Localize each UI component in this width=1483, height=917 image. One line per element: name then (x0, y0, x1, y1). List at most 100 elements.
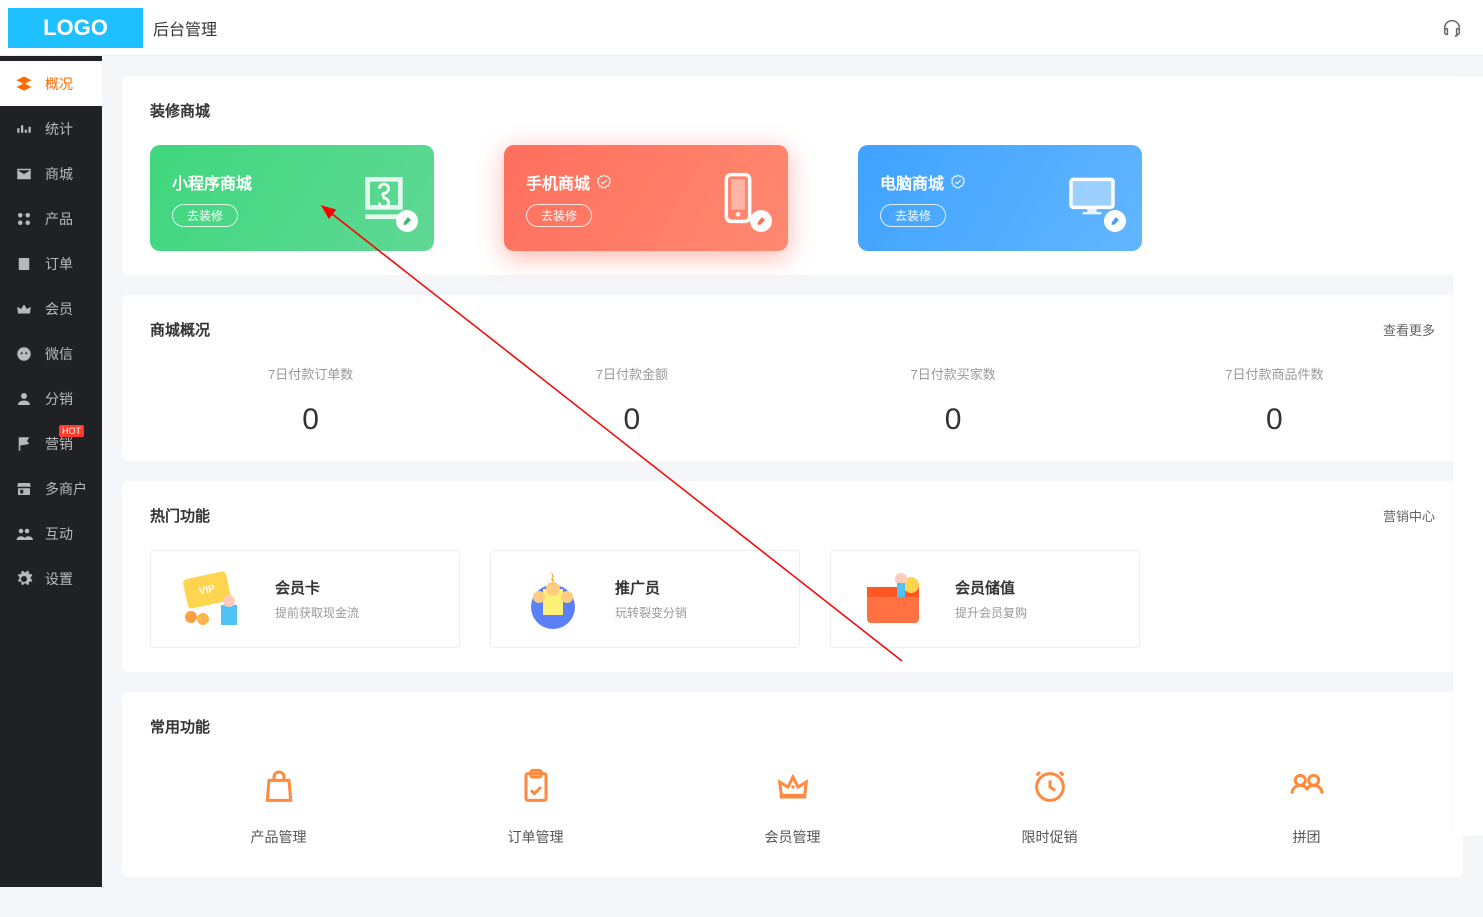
func-item-crown2[interactable]: 会员管理 (664, 767, 921, 847)
store-card-miniprogram[interactable]: 小程序商城 去装修 (150, 145, 434, 251)
list-icon (15, 255, 33, 273)
sidebar-item-person[interactable]: 分销 (0, 376, 102, 421)
bag-icon (259, 767, 299, 807)
hot-panel: 热门功能 营销中心 VIP会员卡提前获取现金流推广员玩转裂变分销会员储值提升会员… (122, 481, 1463, 672)
func-item-group[interactable]: 拼团 (1178, 767, 1435, 847)
stat-value: 0 (150, 403, 471, 437)
recharge-illustration (851, 567, 935, 631)
brush-icon (1109, 215, 1121, 227)
stat-item: 7日付款买家数0 (793, 364, 1114, 437)
brush-icon (401, 215, 413, 227)
sidebar-item-label: 产品 (45, 209, 73, 229)
store-name: 电脑商城 (880, 170, 966, 194)
verified-icon (596, 174, 612, 190)
store-icon-wrap (356, 170, 412, 226)
main-content: 装修商城 小程序商城 去装修 手机商城 去装修 电脑商城 去装修 (102, 56, 1483, 917)
sidebar-item-label: 设置 (45, 569, 73, 589)
sidebar-item-list[interactable]: 订单 (0, 241, 102, 286)
hot-card-promoter[interactable]: 推广员玩转裂变分销 (490, 550, 800, 648)
sidebar-item-label: 会员 (45, 299, 73, 319)
common-panel: 常用功能 产品管理 订单管理 会员管理限时促销 拼团 (122, 692, 1463, 877)
people-icon (15, 525, 33, 543)
func-label: 订单管理 (508, 827, 564, 847)
decorate-button[interactable]: 去装修 (526, 204, 592, 227)
store-card-monitor[interactable]: 电脑商城 去装修 (858, 145, 1142, 251)
stat-value: 0 (471, 403, 792, 437)
hot-more-link[interactable]: 营销中心 (1383, 506, 1435, 525)
brush-icon (755, 215, 767, 227)
sidebar-item-gear[interactable]: 设置 (0, 556, 102, 601)
support-headset-icon[interactable] (1441, 17, 1463, 39)
top-bar: LOGO 后台管理 (0, 0, 1483, 56)
sidebar-item-people[interactable]: 互动 (0, 511, 102, 556)
decorate-panel: 装修商城 小程序商城 去装修 手机商城 去装修 电脑商城 去装修 (122, 76, 1463, 275)
sidebar-item-label: 概况 (45, 74, 73, 94)
sidebar-item-flag[interactable]: 营销HOT (0, 421, 102, 466)
brush-badge (396, 210, 418, 232)
hot-card-desc: 提前获取现金流 (275, 604, 359, 621)
sidebar-item-label: 微信 (45, 344, 73, 364)
sidebar-item-label: 多商户 (45, 479, 87, 499)
crown-icon (15, 300, 33, 318)
brush-badge (1104, 210, 1126, 232)
sidebar-item-label: 分销 (45, 389, 73, 409)
person-icon (15, 390, 33, 408)
decorate-button[interactable]: 去装修 (172, 204, 238, 227)
hot-card-recharge[interactable]: 会员储值提升会员复购 (830, 550, 1140, 648)
sidebar-item-stats[interactable]: 统计 (0, 106, 102, 151)
func-item-bag[interactable]: 产品管理 (150, 767, 407, 847)
sidebar-item-wechat[interactable]: 微信 (0, 331, 102, 376)
store-card-phone[interactable]: 手机商城 去装修 (504, 145, 788, 251)
stat-label: 7日付款商品件数 (1114, 364, 1435, 383)
stat-label: 7日付款金额 (471, 364, 792, 383)
decorate-button[interactable]: 去装修 (880, 204, 946, 227)
store-icon-wrap (710, 170, 766, 226)
stat-label: 7日付款买家数 (793, 364, 1114, 383)
hot-card-title: 会员储值 (955, 577, 1027, 598)
overview-title: 商城概况 (150, 319, 210, 340)
hot-card-vip[interactable]: VIP 会员卡提前获取现金流 (150, 550, 460, 648)
sidebar-item-grid[interactable]: 产品 (0, 196, 102, 241)
sidebar-item-mail[interactable]: 商城 (0, 151, 102, 196)
sidebar: 概况统计商城产品订单会员微信分销营销HOT 多商户互动设置 (0, 56, 102, 887)
wechat-icon (15, 345, 33, 363)
hot-badge: HOT (59, 425, 84, 437)
sidebar-item-label: 商城 (45, 164, 73, 184)
sidebar-item-shop[interactable]: 多商户 (0, 466, 102, 511)
flag-icon (15, 435, 33, 453)
gear-icon (15, 570, 33, 588)
app-title: 后台管理 (153, 16, 217, 40)
hot-card-desc: 玩转裂变分销 (615, 604, 687, 621)
func-item-clipboard[interactable]: 订单管理 (407, 767, 664, 847)
clock-icon (1030, 767, 1070, 807)
verified-icon (950, 174, 966, 190)
clipboard-icon (516, 767, 556, 807)
common-title: 常用功能 (150, 716, 210, 737)
stat-item: 7日付款商品件数 0 (1114, 364, 1435, 437)
store-name: 小程序商城 (172, 170, 252, 194)
shop-icon (15, 480, 33, 498)
sidebar-item-crown[interactable]: 会员 (0, 286, 102, 331)
decorate-title: 装修商城 (150, 100, 210, 121)
sidebar-item-layers[interactable]: 概况 (0, 61, 102, 106)
func-item-clock[interactable]: 限时促销 (921, 767, 1178, 847)
grid-icon (15, 210, 33, 228)
layers-icon (15, 75, 33, 93)
stat-item: 7日付款订单数 0 (150, 364, 471, 437)
logo[interactable]: LOGO (8, 8, 143, 48)
vip-illustration: VIP (171, 567, 255, 631)
mail-icon (15, 165, 33, 183)
store-name: 手机商城 (526, 170, 612, 194)
stats-icon (15, 120, 33, 138)
stat-value: 0 (1114, 403, 1435, 437)
stat-label: 7日付款订单数 (150, 364, 471, 383)
hot-card-title: 会员卡 (275, 577, 359, 598)
func-label: 产品管理 (251, 827, 307, 847)
func-label: 拼团 (1293, 827, 1321, 847)
overview-panel: 商城概况 查看更多 7日付款订单数07日付款金额07日付款买家数07日付款商品件… (122, 295, 1463, 461)
overview-more-link[interactable]: 查看更多 (1383, 320, 1435, 339)
hot-card-desc: 提升会员复购 (955, 604, 1027, 621)
crown2-icon (773, 767, 813, 807)
sidebar-item-label: 统计 (45, 119, 73, 139)
func-label: 限时促销 (1022, 827, 1078, 847)
